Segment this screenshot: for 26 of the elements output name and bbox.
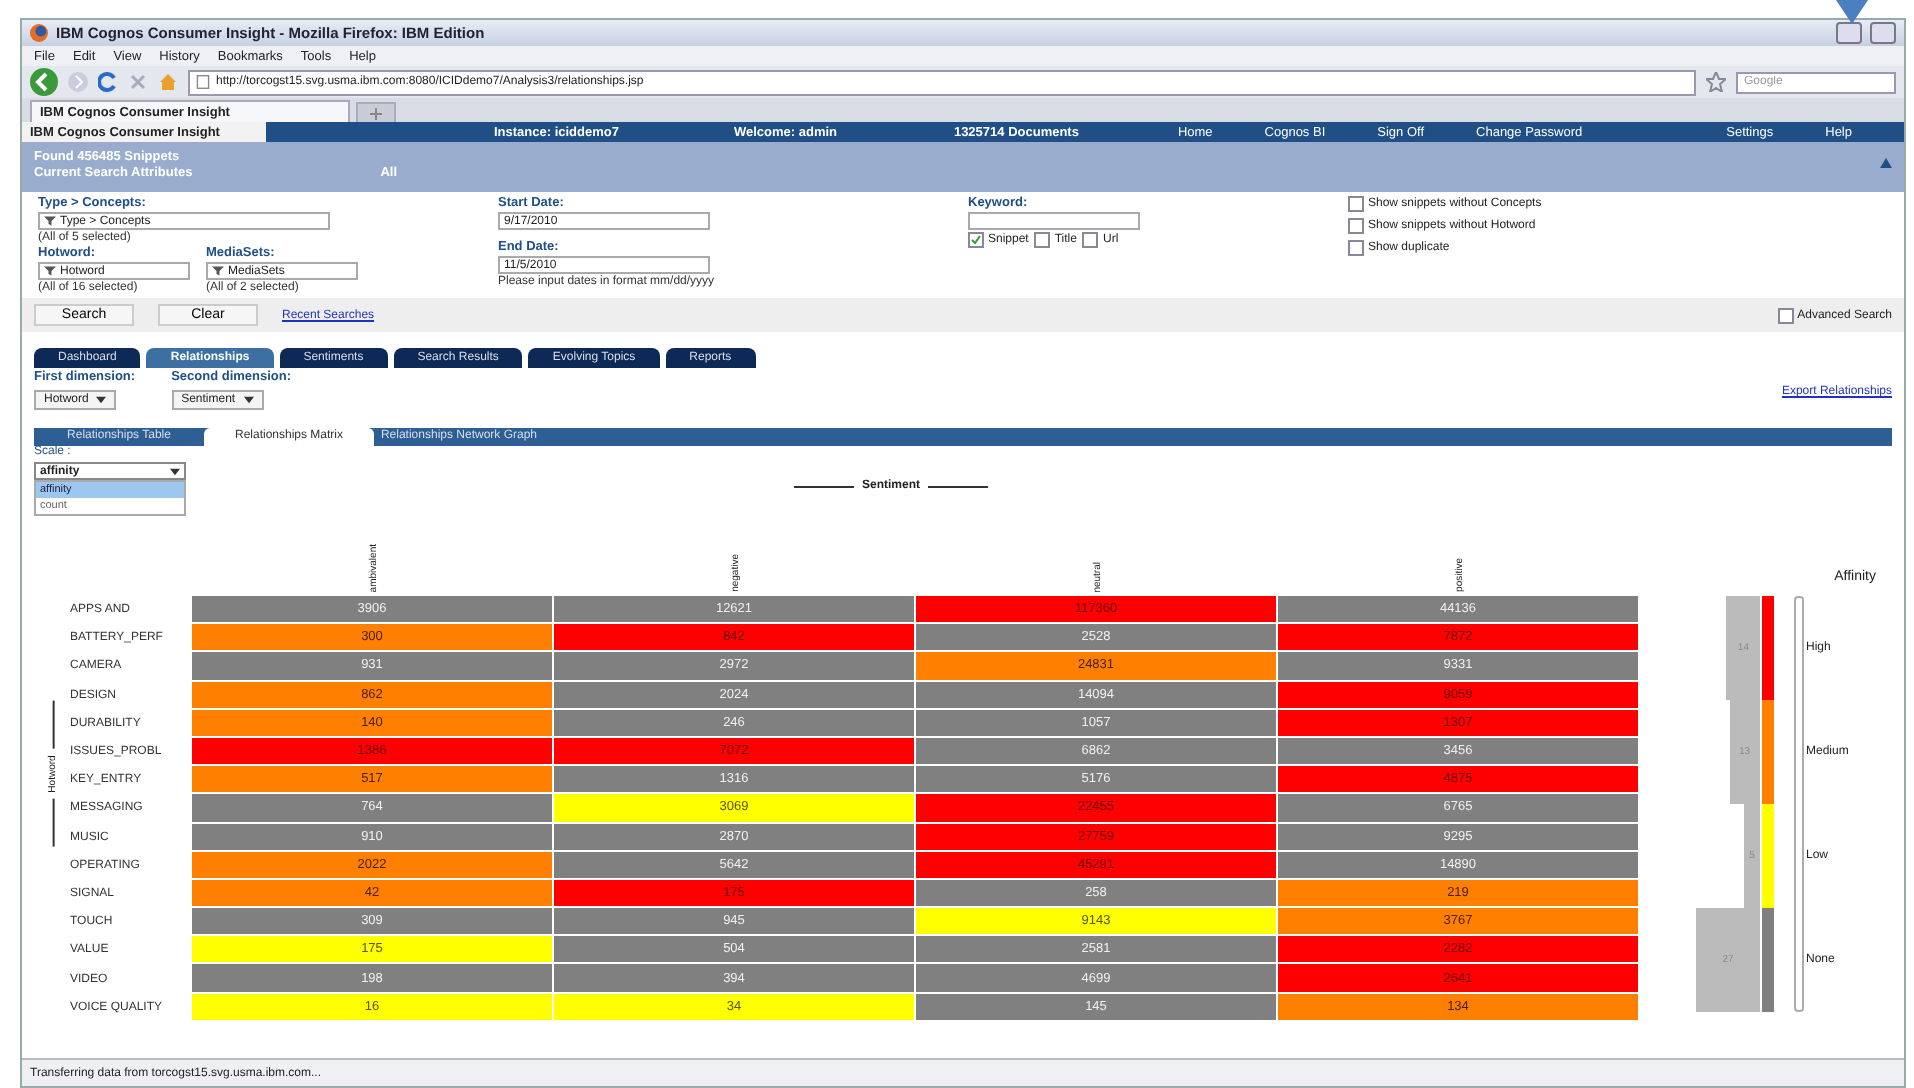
collapse-icon[interactable] bbox=[1880, 158, 1892, 168]
checkbox[interactable] bbox=[1348, 196, 1364, 212]
checkbox[interactable] bbox=[1348, 218, 1364, 234]
plus-icon bbox=[370, 107, 382, 119]
home-icon[interactable] bbox=[158, 72, 178, 92]
checkbox[interactable] bbox=[968, 232, 984, 248]
stop-icon[interactable] bbox=[128, 72, 148, 92]
minimize-button[interactable] bbox=[1836, 22, 1862, 44]
filter-icon bbox=[212, 266, 224, 276]
keyword-field[interactable] bbox=[968, 212, 1140, 230]
checkbox[interactable] bbox=[1034, 232, 1051, 248]
reload-icon[interactable] bbox=[98, 72, 118, 92]
checkbox[interactable] bbox=[1082, 232, 1099, 248]
checkbox[interactable] bbox=[1777, 307, 1794, 323]
new-tab-button[interactable] bbox=[356, 102, 396, 122]
star-icon[interactable] bbox=[1706, 72, 1726, 92]
caret-icon bbox=[170, 467, 180, 475]
pointer-icon bbox=[1836, 0, 1868, 24]
filter-icon bbox=[44, 216, 56, 226]
maximize-button[interactable] bbox=[1870, 22, 1896, 44]
checkbox[interactable] bbox=[1348, 240, 1364, 256]
browser-logo-icon bbox=[30, 24, 48, 42]
caret-icon bbox=[243, 396, 254, 404]
page-icon bbox=[196, 74, 210, 90]
filter-icon bbox=[44, 266, 56, 276]
caret-icon bbox=[96, 396, 107, 404]
